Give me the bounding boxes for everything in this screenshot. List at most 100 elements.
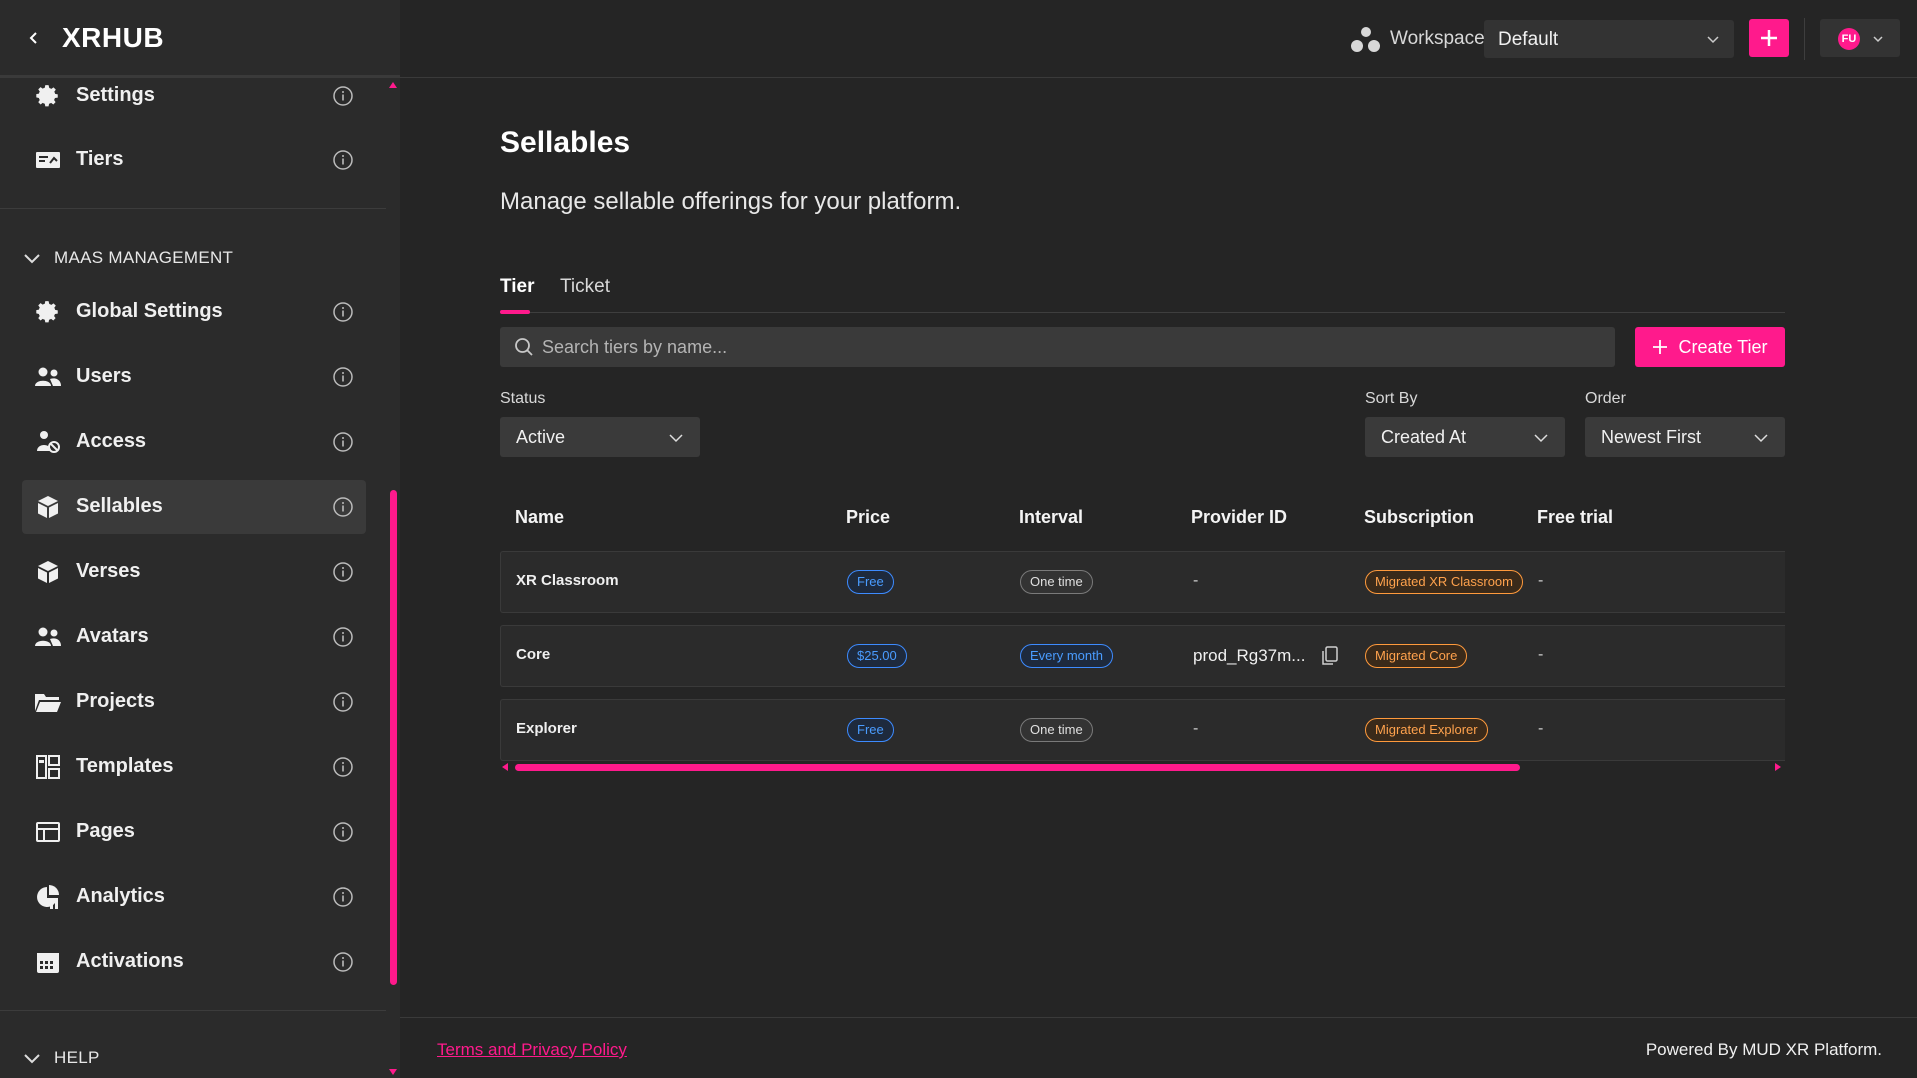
info-icon[interactable] xyxy=(332,366,354,388)
workspace-select[interactable]: Default xyxy=(1484,20,1734,58)
info-icon[interactable] xyxy=(332,886,354,908)
account-menu-button[interactable]: FU xyxy=(1820,19,1900,57)
sidebar-item-pages[interactable]: Pages xyxy=(22,805,366,859)
sort-by-label: Sort By xyxy=(1365,390,1418,407)
sort-by-select[interactable]: Created At xyxy=(1365,417,1565,457)
table-row[interactable]: Core $25.00 Every month prod_Rg37m... Mi… xyxy=(500,625,1785,687)
info-icon[interactable] xyxy=(332,301,354,323)
sidebar-divider xyxy=(0,1010,386,1011)
create-tier-button[interactable]: Create Tier xyxy=(1635,327,1785,367)
plus-icon xyxy=(1653,340,1668,354)
info-icon[interactable] xyxy=(332,626,354,648)
users-icon xyxy=(34,363,62,391)
info-icon[interactable] xyxy=(332,951,354,973)
table-row[interactable]: XR Classroom Free One time - Migrated XR… xyxy=(500,551,1785,613)
sidebar-item-tiers[interactable]: Tiers xyxy=(22,133,366,187)
status-select[interactable]: Active xyxy=(500,417,700,457)
info-icon[interactable] xyxy=(332,85,354,107)
free-trial: - xyxy=(1538,646,1544,663)
scroll-right-arrow-icon[interactable] xyxy=(1775,763,1781,771)
interval-badge: One time xyxy=(1020,718,1093,742)
order-select[interactable]: Newest First xyxy=(1585,417,1785,457)
table-row[interactable]: Explorer Free One time - Migrated Explor… xyxy=(500,699,1785,761)
sidebar: XRHUB Settings Tiers MAAS MANAGEMENT Glo… xyxy=(0,0,400,1078)
scroll-down-arrow-icon[interactable] xyxy=(389,1069,397,1075)
chevron-down-icon xyxy=(1534,434,1548,443)
sidebar-item-label: Tiers xyxy=(76,148,124,170)
price-badge: Free xyxy=(847,718,894,742)
column-header-interval[interactable]: Interval xyxy=(1019,507,1083,528)
terms-privacy-link[interactable]: Terms and Privacy Policy xyxy=(437,1040,627,1060)
search-icon xyxy=(515,338,533,356)
column-header-price[interactable]: Price xyxy=(846,507,890,528)
pages-icon xyxy=(34,818,62,846)
create-tier-label: Create Tier xyxy=(1678,336,1768,357)
subscription-badge: Migrated XR Classroom xyxy=(1365,570,1523,594)
tab-ticket[interactable]: Ticket xyxy=(560,276,610,298)
info-icon[interactable] xyxy=(332,149,354,171)
section-help[interactable]: HELP xyxy=(22,1043,100,1073)
info-icon[interactable] xyxy=(332,496,354,518)
sidebar-item-templates[interactable]: Templates xyxy=(22,740,366,794)
sidebar-item-analytics[interactable]: Analytics xyxy=(22,870,366,924)
info-icon[interactable] xyxy=(332,561,354,583)
chevron-down-icon xyxy=(24,254,40,264)
table-horizontal-scrollbar[interactable] xyxy=(515,764,1520,771)
column-header-free-trial[interactable]: Free trial xyxy=(1537,507,1613,528)
sidebar-item-settings[interactable]: Settings xyxy=(22,69,366,123)
search-input[interactable] xyxy=(542,327,1602,367)
access-icon xyxy=(34,428,62,456)
sidebar-item-label: Avatars xyxy=(76,625,149,647)
sort-by-select-value: Created At xyxy=(1381,427,1467,447)
sidebar-item-projects[interactable]: Projects xyxy=(22,675,366,729)
price-badge: $25.00 xyxy=(847,644,907,668)
top-bar: Workspace Default FU xyxy=(400,0,1917,78)
section-label: HELP xyxy=(54,1048,100,1067)
scroll-up-arrow-icon[interactable] xyxy=(389,82,397,88)
column-header-subscription[interactable]: Subscription xyxy=(1364,507,1474,528)
chevron-down-icon xyxy=(1707,36,1719,44)
interval-badge: One time xyxy=(1020,570,1093,594)
topbar-divider xyxy=(1804,18,1805,60)
info-icon[interactable] xyxy=(332,756,354,778)
sidebar-scrollbar-thumb[interactable] xyxy=(390,490,397,985)
column-header-provider-id[interactable]: Provider ID xyxy=(1191,507,1287,528)
gear-icon xyxy=(34,298,62,326)
tab-tier[interactable]: Tier xyxy=(500,276,535,298)
powered-by-text: Powered By MUD XR Platform. xyxy=(1645,1040,1882,1059)
sidebar-item-sellables[interactable]: Sellables xyxy=(22,480,366,534)
info-icon[interactable] xyxy=(332,691,354,713)
sidebar-item-verses[interactable]: Verses xyxy=(22,545,366,599)
sidebar-item-label: Analytics xyxy=(76,885,165,907)
folder-icon xyxy=(34,688,62,716)
free-trial: - xyxy=(1538,720,1544,737)
sidebar-item-global-settings[interactable]: Global Settings xyxy=(22,285,366,339)
order-label: Order xyxy=(1585,390,1626,407)
avatar: FU xyxy=(1838,28,1860,50)
sidebar-item-users[interactable]: Users xyxy=(22,350,366,404)
status-select-value: Active xyxy=(516,427,566,447)
chevron-down-icon xyxy=(1754,434,1768,443)
back-button[interactable] xyxy=(20,24,48,52)
sidebar-item-avatars[interactable]: Avatars xyxy=(22,610,366,664)
price-badge: Free xyxy=(847,570,894,594)
footer-divider xyxy=(400,1017,1917,1018)
sidebar-item-label: Pages xyxy=(76,820,135,842)
cube-icon xyxy=(34,558,62,586)
scroll-left-arrow-icon[interactable] xyxy=(502,763,508,771)
column-header-name[interactable]: Name xyxy=(515,507,564,528)
provider-id: - xyxy=(1193,572,1199,589)
provider-id: - xyxy=(1193,720,1199,737)
info-icon[interactable] xyxy=(332,821,354,843)
section-maas-management[interactable]: MAAS MANAGEMENT xyxy=(22,243,233,273)
tabs-divider xyxy=(500,312,1785,313)
info-icon[interactable] xyxy=(332,431,354,453)
status-label: Status xyxy=(500,390,546,407)
row-name: Explorer xyxy=(516,720,577,737)
add-button[interactable] xyxy=(1749,19,1789,57)
sidebar-item-access[interactable]: Access xyxy=(22,415,366,469)
sidebar-item-label: Projects xyxy=(76,690,155,712)
copy-icon[interactable] xyxy=(1321,646,1339,666)
gear-icon xyxy=(34,82,62,110)
sidebar-item-activations[interactable]: Activations xyxy=(22,935,366,989)
